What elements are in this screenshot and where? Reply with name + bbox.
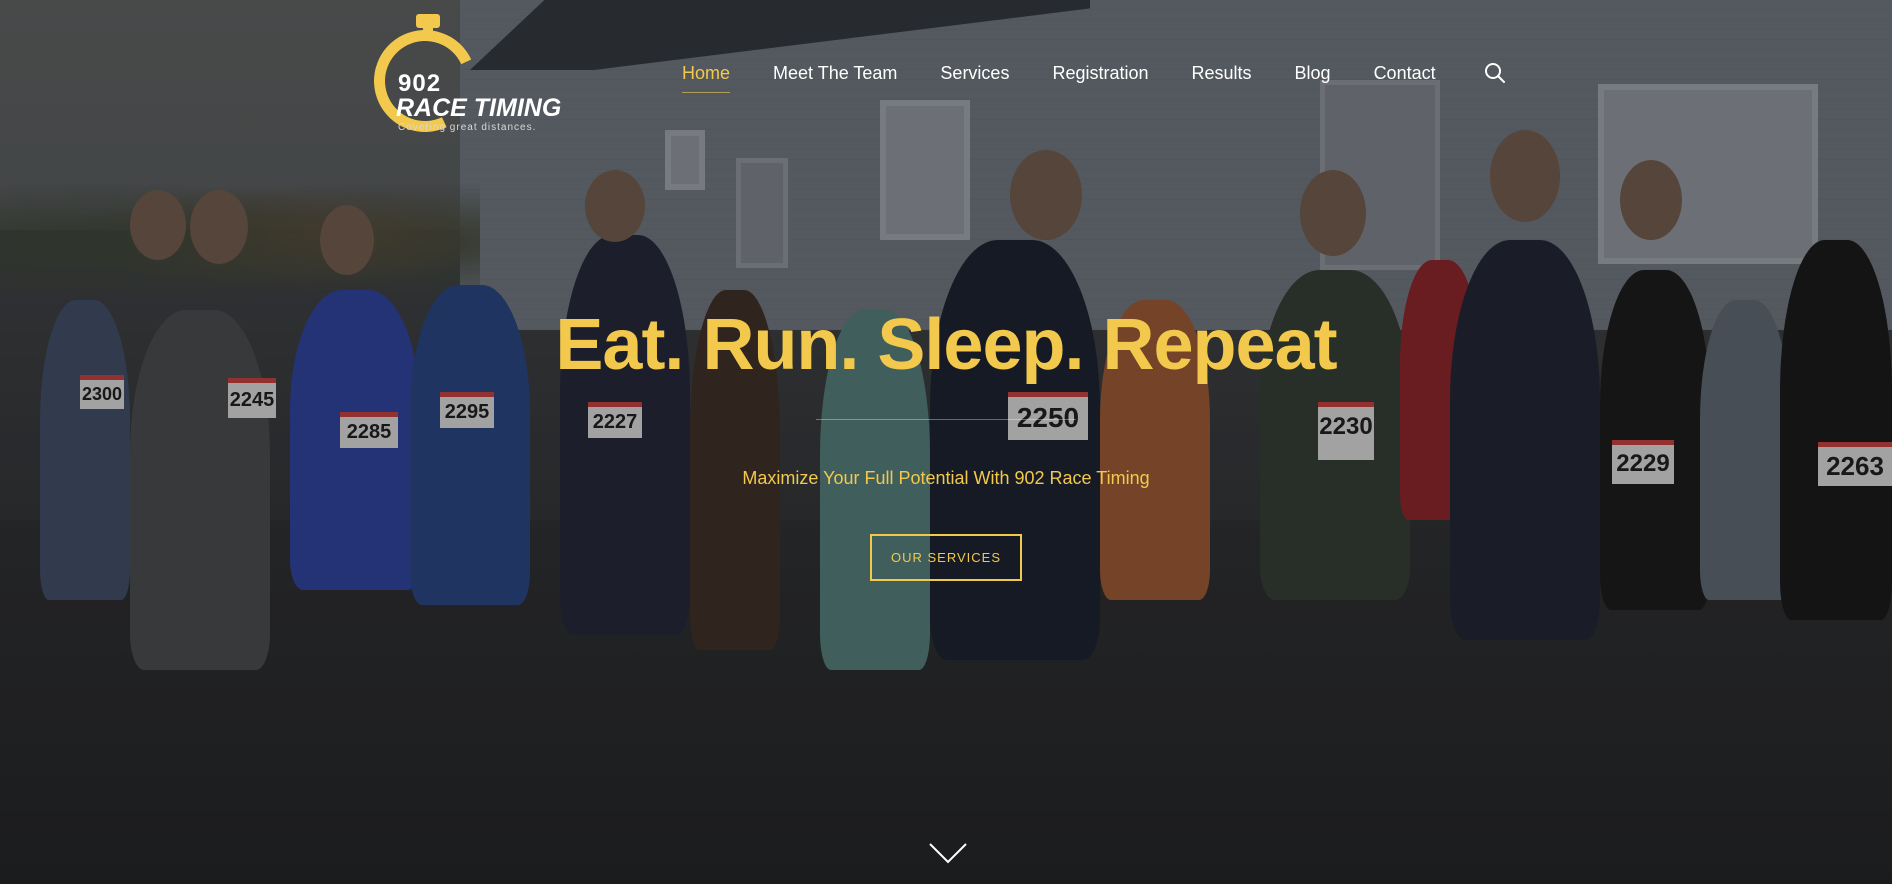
- search-icon[interactable]: [1484, 62, 1506, 84]
- hero-subtitle: Maximize Your Full Potential With 902 Ra…: [742, 468, 1150, 488]
- logo-name: RACE TIMING: [396, 94, 562, 122]
- nav-item-blog[interactable]: Blog: [1295, 63, 1331, 84]
- logo-tagline: Covering great distances.: [398, 122, 537, 133]
- chevron-down-icon[interactable]: [928, 838, 968, 868]
- hero-title: Eat. Run. Sleep. Repeat: [555, 305, 1337, 385]
- nav-item-registration[interactable]: Registration: [1052, 63, 1148, 84]
- main-nav: Home Meet The Team Services Registration…: [682, 60, 1479, 93]
- hero-divider: [816, 419, 1076, 420]
- nav-item-contact[interactable]: Contact: [1374, 63, 1436, 84]
- nav-item-meet-the-team[interactable]: Meet The Team: [773, 63, 897, 84]
- nav-item-home[interactable]: Home: [682, 63, 731, 93]
- our-services-button[interactable]: OUR SERVICES: [870, 534, 1022, 581]
- hero-background-photo: 2300 2245 2285 2295 2227 2250 2230 2229 …: [0, 0, 1892, 884]
- hero-section: 2300 2245 2285 2295 2227 2250 2230 2229 …: [0, 0, 1892, 884]
- site-logo[interactable]: 902 RACE TIMING Covering great distances…: [359, 14, 561, 147]
- nav-item-results[interactable]: Results: [1192, 63, 1252, 84]
- dark-overlay: [0, 0, 1892, 884]
- nav-item-services[interactable]: Services: [940, 63, 1009, 84]
